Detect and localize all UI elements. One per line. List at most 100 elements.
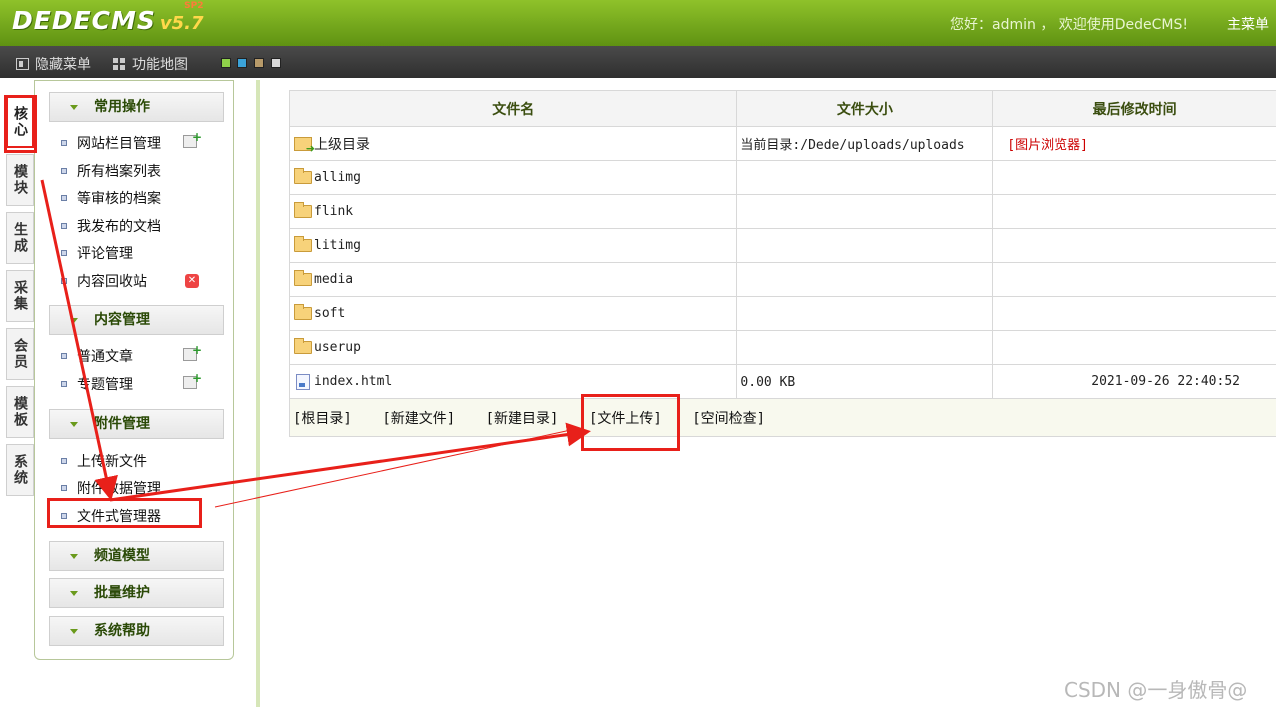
menu-item-column-manage[interactable]: 网站栏目管理 bbox=[61, 131, 161, 155]
menu-item-label: 所有档案列表 bbox=[77, 164, 161, 180]
folder-name: userup bbox=[314, 340, 361, 355]
folder-link-media[interactable]: media bbox=[290, 270, 736, 287]
tab-collect[interactable]: 采集 bbox=[6, 270, 34, 322]
menu-item-label: 我发布的文档 bbox=[77, 219, 161, 235]
table-row: flink bbox=[288, 194, 1276, 229]
new-file-link[interactable]: [新建文件] bbox=[382, 411, 455, 427]
logo-version: v5.7 SP2 bbox=[159, 1, 204, 34]
folder-icon bbox=[294, 236, 312, 252]
menu-item-label: 内容回收站 bbox=[77, 274, 147, 290]
theme-swatch-green[interactable] bbox=[221, 58, 231, 68]
folder-icon bbox=[294, 270, 312, 286]
folder-icon bbox=[294, 338, 312, 354]
tab-modules[interactable]: 模块 bbox=[6, 154, 34, 206]
version-number: v5.7 bbox=[159, 13, 204, 34]
table-row: media bbox=[288, 262, 1276, 297]
add-column-icon[interactable] bbox=[183, 130, 202, 148]
table-row-parent: 上级目录 当前目录:/Dede/uploads/uploads [图片浏览器] bbox=[288, 126, 1276, 161]
group-system-help[interactable]: 系统帮助 bbox=[49, 616, 224, 646]
theme-swatch-gray[interactable] bbox=[271, 58, 281, 68]
bullet-icon bbox=[61, 140, 67, 146]
menu-item-label: 等审核的档案 bbox=[77, 191, 161, 207]
chevron-down-icon bbox=[70, 629, 78, 634]
add-topic-icon[interactable] bbox=[183, 371, 202, 389]
bullet-icon bbox=[61, 353, 67, 359]
chevron-down-icon bbox=[70, 318, 78, 323]
tab-generate[interactable]: 生成 bbox=[6, 212, 34, 264]
menu-item-all-archives[interactable]: 所有档案列表 bbox=[61, 159, 161, 183]
file-table: 文件名 文件大小 最后修改时间 上级目录 当前目录:/Dede/uploads/… bbox=[288, 90, 1276, 437]
menu-item-label: 专题管理 bbox=[77, 377, 133, 393]
table-row: index.html 0.00 KB 2021-09-26 22:40:52 bbox=[288, 364, 1276, 399]
group-batch-maintain[interactable]: 批量维护 bbox=[49, 578, 224, 608]
side-menu-panel: 常用操作 网站栏目管理 所有档案列表 等审核的档案 我发布的文档 评论管理 内容… bbox=[34, 80, 234, 660]
menu-item-my-docs[interactable]: 我发布的文档 bbox=[61, 214, 161, 238]
tab-members[interactable]: 会员 bbox=[6, 328, 34, 380]
chevron-down-icon bbox=[70, 554, 78, 559]
welcome-text: 您好：admin ， 欢迎使用DedeCMS! bbox=[950, 17, 1189, 33]
bullet-icon bbox=[61, 458, 67, 464]
menu-item-attachment-data[interactable]: 附件数据管理 bbox=[61, 476, 161, 500]
new-dir-link[interactable]: [新建目录] bbox=[486, 411, 559, 427]
col-header-modified: 最后修改时间 bbox=[992, 90, 1276, 127]
folder-name: flink bbox=[314, 204, 354, 219]
file-name: index.html bbox=[314, 374, 393, 389]
menu-item-articles[interactable]: 普通文章 bbox=[61, 344, 133, 368]
bullet-icon bbox=[61, 250, 67, 256]
group-content-manage[interactable]: 内容管理 bbox=[49, 305, 224, 335]
logo-text: DEDECMS bbox=[12, 6, 156, 35]
menu-item-label: 附件数据管理 bbox=[77, 481, 161, 497]
module-tabs: 核心 模块 生成 采集 会员 模板 系统 bbox=[6, 96, 36, 502]
menu-item-upload-new[interactable]: 上传新文件 bbox=[61, 449, 147, 473]
group-label: 批量维护 bbox=[94, 585, 150, 601]
site-map-button[interactable]: 功能地图 bbox=[113, 54, 188, 74]
current-dir: 当前目录:/Dede/uploads/uploads bbox=[740, 138, 965, 153]
clear-recycle-icon[interactable]: ✕ bbox=[185, 274, 199, 288]
group-attachment-manage[interactable]: 附件管理 bbox=[49, 409, 224, 439]
group-common-ops[interactable]: 常用操作 bbox=[49, 92, 224, 122]
chevron-down-icon bbox=[70, 105, 78, 110]
frame-divider[interactable] bbox=[256, 80, 260, 707]
table-row: allimg bbox=[288, 160, 1276, 195]
add-article-icon[interactable] bbox=[183, 343, 202, 361]
parent-dir-label: 上级目录 bbox=[314, 136, 370, 153]
bullet-icon bbox=[61, 485, 67, 491]
hide-menu-button[interactable]: 隐藏菜单 bbox=[16, 54, 91, 74]
folder-link-soft[interactable]: soft bbox=[290, 304, 736, 321]
tab-templates[interactable]: 模板 bbox=[6, 386, 34, 438]
file-link-index-html[interactable]: index.html bbox=[290, 373, 736, 390]
theme-swatch-blue[interactable] bbox=[237, 58, 247, 68]
group-channel-models[interactable]: 频道模型 bbox=[49, 541, 224, 571]
folder-icon bbox=[294, 168, 312, 184]
root-dir-link[interactable]: [根目录] bbox=[293, 411, 352, 427]
menu-item-recycle-bin[interactable]: 内容回收站 bbox=[61, 269, 147, 293]
highlight-core-tab bbox=[4, 95, 37, 153]
folder-link-allimg[interactable]: allimg bbox=[290, 168, 736, 185]
main-menu-link[interactable]: 主菜单 bbox=[1227, 14, 1269, 34]
site-map-label: 功能地图 bbox=[132, 57, 188, 73]
folder-link-flink[interactable]: flink bbox=[290, 202, 736, 219]
highlight-file-upload bbox=[581, 394, 680, 451]
actions-row: [根目录] [新建文件] [新建目录] [文件上传] [空间检查] bbox=[289, 398, 1276, 437]
parent-dir-link[interactable]: 上级目录 bbox=[290, 134, 736, 155]
menu-item-label: 上传新文件 bbox=[77, 454, 147, 470]
space-check-link[interactable]: [空间检查] bbox=[692, 411, 765, 427]
folder-name: litimg bbox=[314, 238, 361, 253]
folder-link-litimg[interactable]: litimg bbox=[290, 236, 736, 253]
tab-system[interactable]: 系统 bbox=[6, 444, 34, 496]
menu-item-pending-archives[interactable]: 等审核的档案 bbox=[61, 186, 161, 210]
image-browser-link[interactable]: [图片浏览器] bbox=[993, 138, 1088, 153]
col-header-filesize: 文件大小 bbox=[736, 90, 994, 127]
folder-name: allimg bbox=[314, 170, 361, 185]
hide-menu-label: 隐藏菜单 bbox=[35, 57, 91, 73]
file-size: 0.00 KB bbox=[740, 374, 796, 390]
menu-item-topics[interactable]: 专题管理 bbox=[61, 372, 133, 396]
folder-link-userup[interactable]: userup bbox=[290, 338, 736, 355]
menu-item-comments[interactable]: 评论管理 bbox=[61, 241, 133, 265]
group-label: 系统帮助 bbox=[94, 623, 150, 639]
folder-icon bbox=[294, 202, 312, 218]
theme-swatch-brown[interactable] bbox=[254, 58, 264, 68]
watermark-text: CSDN @一身傲骨@ bbox=[1064, 678, 1248, 702]
folder-name: soft bbox=[314, 306, 346, 321]
file-modified: 2021-09-26 22:40:52 bbox=[1091, 374, 1240, 389]
